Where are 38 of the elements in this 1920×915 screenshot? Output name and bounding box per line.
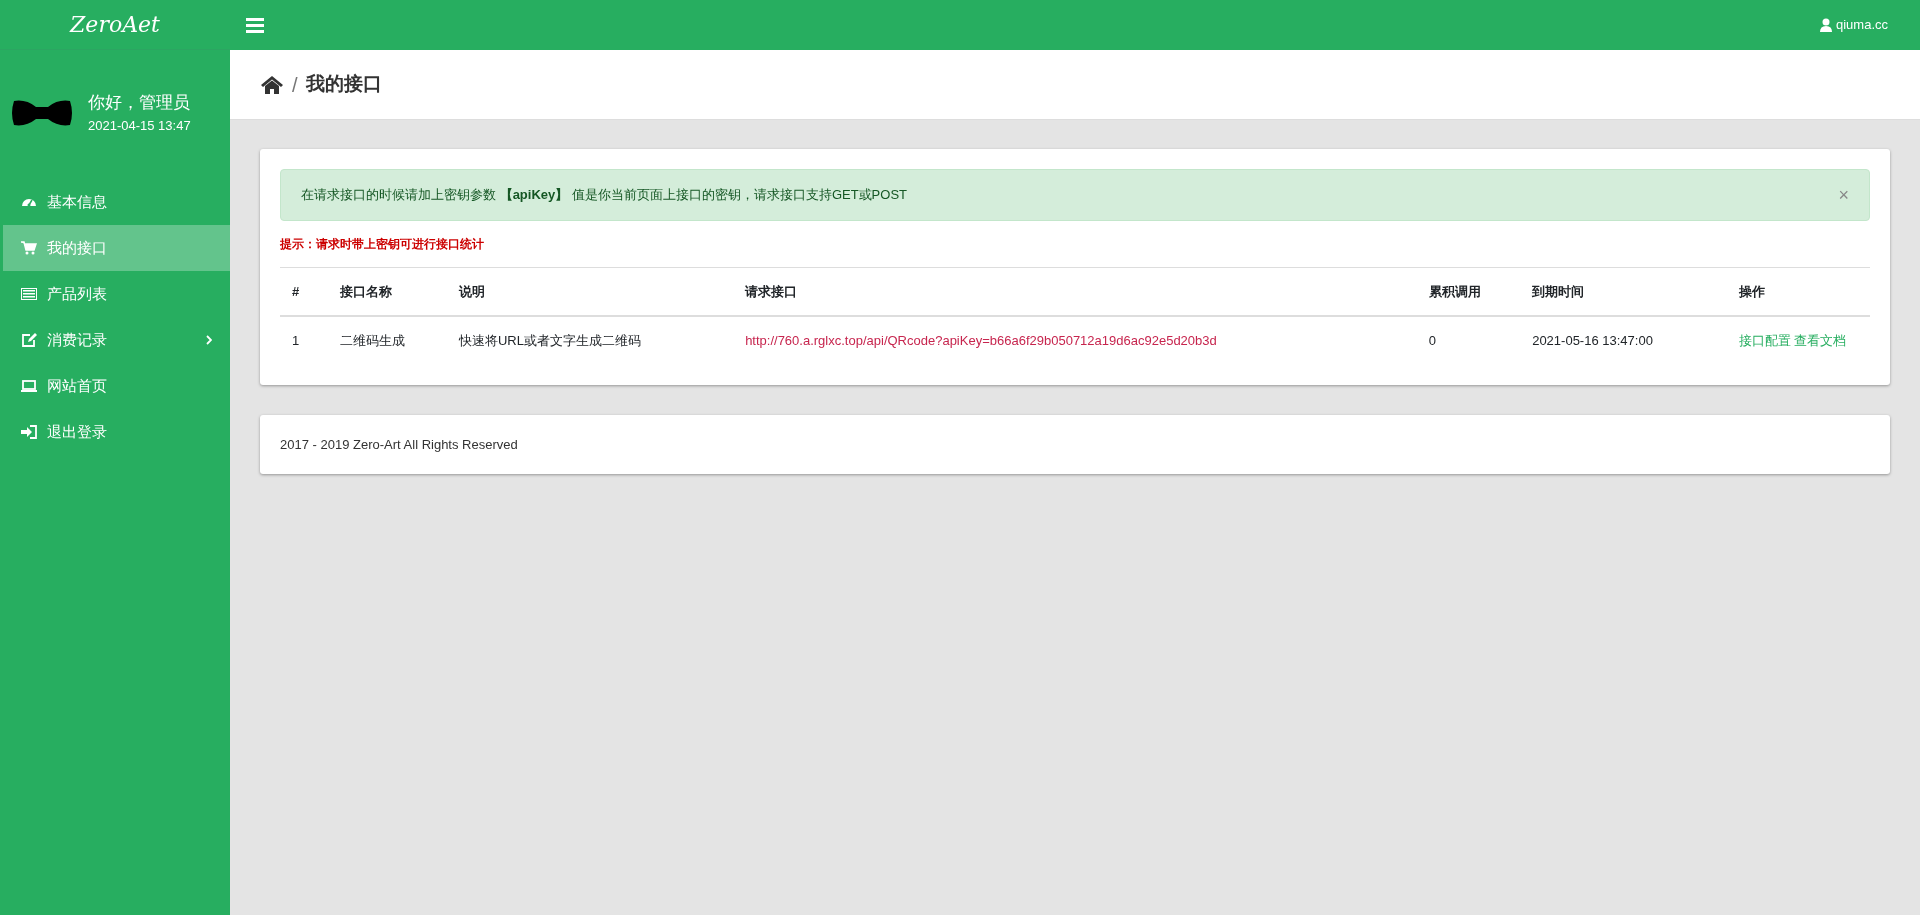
api-description: 快速将URL或者文字生成二维码 (446, 316, 734, 365)
sidebar-item[interactable]: 网站首页 (3, 363, 230, 409)
column-header: 请求接口 (733, 267, 1417, 316)
edit-icon (21, 332, 37, 348)
hint-text: 提示：请求时带上密钥可进行接口统计 (280, 235, 485, 253)
api-url-link[interactable]: http://760.a.rglxc.top/api/QRcode?apiKey=b66a6f29b050712a19d6ac92e5d20b3d (745, 333, 1217, 348)
breadcrumb-separator: / (292, 72, 298, 98)
home-icon[interactable] (260, 74, 284, 95)
cart-icon (21, 240, 37, 256)
alert-message: 在请求接口的时候请加上密钥参数 【apiKey】 值是你当前页面上接口的密钥，请求接口支持GET或POST (301, 186, 907, 204)
column-header: 到期时间 (1520, 267, 1727, 316)
action-link[interactable]: 接口配置 (1738, 333, 1791, 348)
sidebar-item[interactable]: 退出登录 (3, 409, 230, 455)
column-header: # (280, 267, 328, 316)
sidebar-item[interactable]: 产品列表 (3, 271, 230, 317)
user-menu[interactable]: qiuma.cc (1819, 15, 1888, 35)
login-time: 2021-04-15 13:47 (88, 116, 191, 135)
column-header: 接口名称 (327, 267, 447, 316)
action-link[interactable]: 查看文档 (1794, 333, 1847, 348)
sign-in-icon (21, 424, 37, 440)
sidebar-item[interactable]: 我的接口 (3, 225, 230, 271)
row-index: 1 (280, 316, 328, 365)
column-header: 说明 (446, 267, 734, 316)
user-icon (1819, 18, 1832, 32)
sidebar-item[interactable]: 消费记录 (3, 317, 230, 363)
expiry-time: 2021-05-16 13:47:00 (1520, 316, 1727, 365)
call-count: 0 (1416, 316, 1521, 365)
page-title: 我的接口 (305, 72, 382, 97)
laptop-icon (21, 378, 37, 394)
sidebar-item[interactable]: 基本信息 (3, 179, 230, 225)
greeting-text: 你好，管理员 (88, 92, 191, 114)
api-name: 二维码生成 (327, 316, 447, 365)
column-header: 累积调用 (1416, 267, 1521, 316)
menu-icon[interactable] (246, 17, 264, 33)
close-button[interactable]: × (1838, 185, 1849, 204)
column-header: 操作 (1726, 267, 1870, 316)
list-icon (21, 286, 37, 302)
copyright-text: 2017 - 2019 Zero-Art All Rights Reserved (280, 436, 518, 452)
